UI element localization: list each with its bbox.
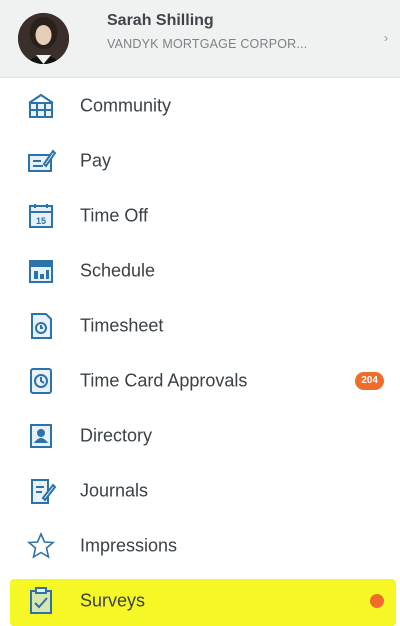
menu-list: Community Pay 15 Time Off Schedule Times… — [0, 78, 400, 626]
user-profile-header[interactable]: Sarah Shilling VANDYK MORTGAGE CORPOR...… — [0, 0, 400, 78]
menu-item-label: Community — [80, 95, 172, 115]
menu-item-pay[interactable]: Pay — [0, 133, 400, 188]
calendar-icon: 15 — [24, 199, 58, 233]
clipboard-check-icon — [24, 584, 58, 618]
menu-item-schedule[interactable]: Schedule — [0, 243, 400, 298]
menu-item-label: Pay — [80, 150, 112, 170]
highlight-marker — [10, 579, 396, 626]
user-name: Sarah Shilling — [107, 12, 214, 29]
clock-circle-icon — [24, 364, 58, 398]
chevron-right-icon[interactable]: › — [384, 31, 388, 45]
menu-item-label: Journals — [80, 480, 149, 500]
menu-item-label: Directory — [80, 425, 153, 445]
pay-check-icon — [24, 144, 58, 178]
menu-item-label: Time Off — [80, 205, 149, 225]
menu-item-label: Time Card Approvals — [80, 370, 248, 390]
contact-card-icon — [24, 419, 58, 453]
schedule-calendar-icon — [24, 254, 58, 288]
menu-item-label: Impressions — [80, 535, 178, 555]
menu-item-directory[interactable]: Directory — [0, 408, 400, 463]
menu-item-community[interactable]: Community — [0, 78, 400, 133]
menu-item-label: Schedule — [80, 260, 156, 280]
menu-item-timesheet[interactable]: Timesheet — [0, 298, 400, 353]
notification-badge: 204 — [355, 371, 384, 390]
timesheet-clock-icon — [24, 309, 58, 343]
menu-item-time-card-approvals[interactable]: Time Card Approvals 204 — [0, 353, 400, 408]
building-icon — [24, 89, 58, 123]
avatar[interactable] — [18, 13, 69, 64]
calendar-date-text: 15 — [36, 216, 46, 226]
menu-item-surveys[interactable]: Surveys 1 — [0, 573, 400, 626]
menu-item-label: Surveys — [80, 590, 146, 610]
menu-item-label: Timesheet — [80, 315, 164, 335]
navigation-drawer: Sarah Shilling VANDYK MORTGAGE CORPOR...… — [0, 0, 400, 626]
notification-dot-badge: 1 — [370, 593, 384, 608]
journal-icon — [24, 474, 58, 508]
menu-item-time-off[interactable]: 15 Time Off — [0, 188, 400, 243]
menu-item-impressions[interactable]: Impressions — [0, 518, 400, 573]
star-icon — [24, 529, 58, 563]
menu-item-journals[interactable]: Journals — [0, 463, 400, 518]
user-company: VANDYK MORTGAGE CORPOR... — [107, 37, 308, 51]
